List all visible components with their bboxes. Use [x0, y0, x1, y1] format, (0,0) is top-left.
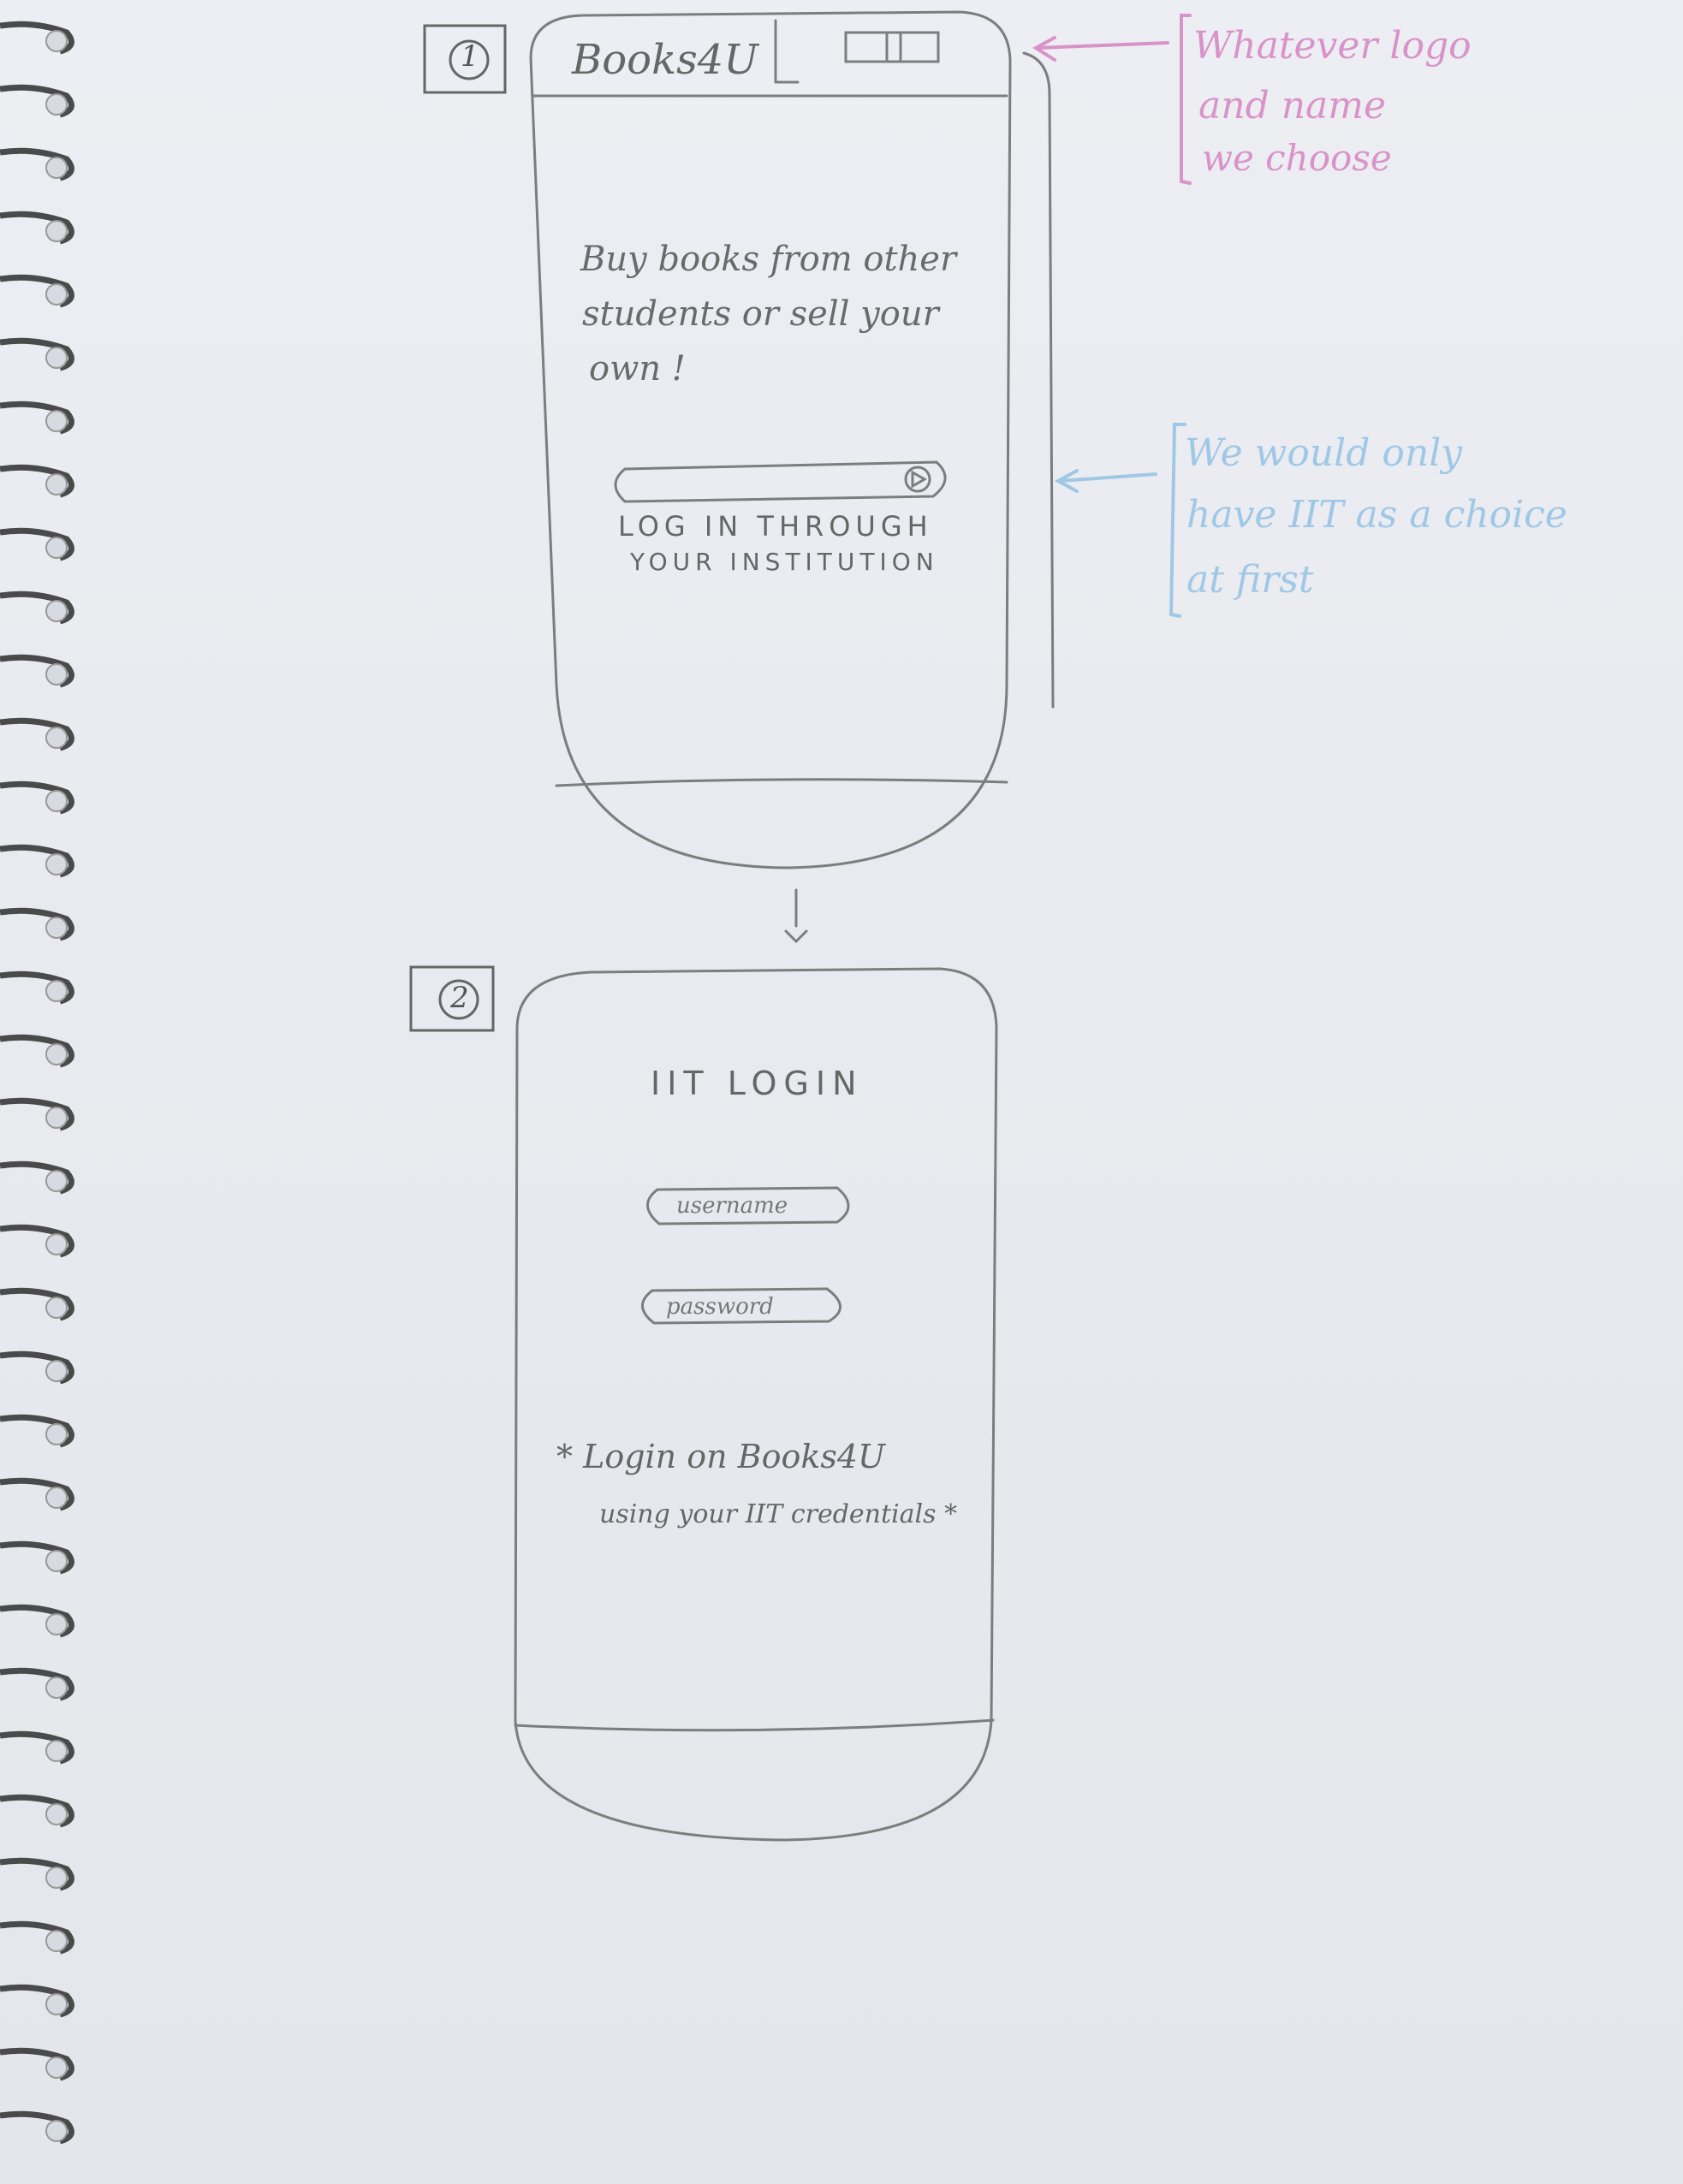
spiral-hole	[45, 410, 68, 432]
spiral-hole	[45, 790, 68, 812]
spiral-hole	[45, 1613, 68, 1635]
spiral-hole	[45, 917, 68, 939]
spiral-hole	[45, 980, 68, 1002]
spiral-hole	[45, 157, 68, 179]
flow-arrow	[784, 888, 808, 944]
login-title: IIT LOGIN	[651, 1065, 864, 1102]
spiral-hole	[45, 1423, 68, 1445]
tagline-line: students or sell your	[582, 294, 939, 334]
spiral-hole	[45, 2120, 68, 2142]
spiral-hole	[45, 1740, 68, 1762]
institution-login-button-label[interactable]: YOUR INSTITUTION	[630, 548, 939, 576]
spiral-binding	[0, 21, 74, 2145]
spiral-hole	[45, 347, 68, 369]
spiral-hole	[45, 1993, 68, 2015]
institution-annotation-line: have IIT as a choice	[1186, 493, 1567, 537]
spiral-hole	[45, 30, 68, 52]
screen-1-number: 1	[461, 39, 479, 74]
logo-annotation-line: we choose	[1202, 137, 1392, 179]
spiral-hole	[45, 663, 68, 685]
logo-annotation-line: Whatever logo	[1193, 24, 1472, 68]
institution-annotation-arrow	[1054, 423, 1186, 618]
login-note-line: using your IIT credentials *	[599, 1499, 958, 1529]
institution-annotation-line: at first	[1186, 558, 1314, 602]
phone-1-outline	[529, 10, 1055, 869]
spiral-hole	[45, 1677, 68, 1699]
spiral-hole	[45, 283, 68, 306]
username-field[interactable]: username	[676, 1193, 788, 1219]
screen-2-number: 2	[450, 981, 469, 1015]
logo-annotation-arrow	[1032, 14, 1192, 185]
spiral-hole	[45, 1550, 68, 1572]
app-title: Books4U	[572, 36, 758, 84]
institution-login-button-label[interactable]: LOG IN THROUGH	[618, 510, 933, 543]
spiral-hole	[45, 473, 68, 496]
spiral-hole	[45, 1043, 68, 1065]
spiral-hole	[45, 1107, 68, 1129]
login-button-outline	[614, 460, 947, 503]
spiral-hole	[45, 600, 68, 622]
spiral-hole	[45, 2056, 68, 2079]
spiral-hole	[45, 1866, 68, 1889]
menu-icon	[844, 31, 940, 63]
spiral-hole	[45, 93, 68, 116]
spiral-hole	[45, 1170, 68, 1192]
spiral-hole	[45, 1803, 68, 1825]
tagline-line: Buy books from other	[580, 240, 957, 279]
spiral-hole	[45, 537, 68, 559]
spiral-hole	[45, 853, 68, 875]
spiral-hole	[45, 1233, 68, 1255]
tagline-line: own !	[589, 349, 686, 389]
spiral-hole	[45, 1297, 68, 1319]
spiral-hole	[45, 727, 68, 749]
spiral-hole	[45, 1930, 68, 1952]
spiral-hole	[45, 1487, 68, 1509]
institution-annotation-line: We would only	[1185, 431, 1463, 475]
logo-annotation-line: and name	[1198, 84, 1387, 128]
spiral-hole	[45, 220, 68, 242]
password-field[interactable]: password	[666, 1294, 774, 1320]
login-note-line: * Login on Books4U	[556, 1438, 886, 1475]
spiral-hole	[45, 1360, 68, 1382]
